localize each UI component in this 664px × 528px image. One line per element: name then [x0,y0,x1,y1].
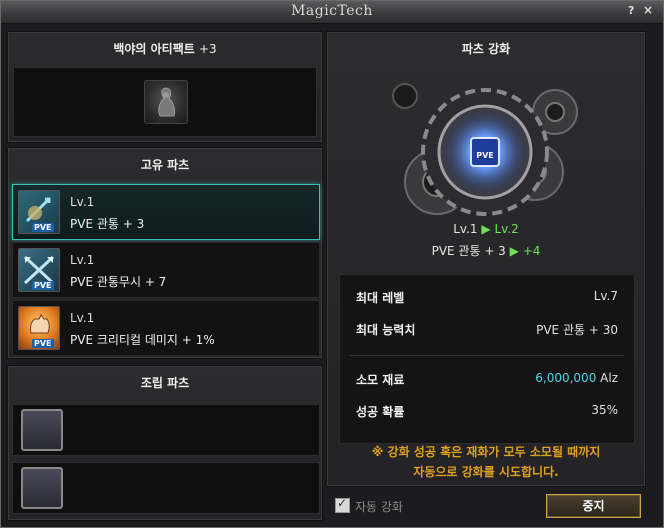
empty-slot-icon [21,409,63,451]
level-change: Lv.1 ▶ Lv.2 [327,222,645,236]
notice-line-2: 자동으로 강화를 시도합니다. [413,465,559,479]
assembly-slot-1[interactable] [12,404,320,456]
unique-parts-title: 고유 파츠 [140,158,190,172]
parts-enhance-panel: 파츠 강화 PVE Lv.1 ▶ Lv.2 PVE 관통 + 3 ▶ +4 최대… [326,31,646,487]
material-value: 6,000,000 Alz [535,371,618,385]
pve-piercing-icon: PVE [18,190,60,234]
pve-badge: PVE [32,281,54,290]
stat-increase: +4 [522,244,541,258]
title-bar[interactable]: MagicTech ? × [1,1,663,24]
artifact-panel: 백야의 아티팩트 +3 [7,31,323,143]
level-from: Lv.1 [453,222,478,236]
auto-enhance-checkbox[interactable]: ✓ [335,496,350,513]
part-row-pve-critical-damage[interactable]: PVE Lv.1 PVE 크리티컬 데미지 + 1% [12,300,320,356]
stop-button[interactable]: 중지 [546,494,641,518]
part-stat: PVE 관통무시 + 7 [70,275,167,289]
artifact-title: 백야의 아티팩트 [113,42,195,56]
material-label: 소모 재료 [356,373,405,387]
material-unit: Alz [600,371,618,385]
level-to: Lv.2 [494,222,519,236]
window-title: MagicTech [291,3,373,19]
enhance-gear-icon: PVE [385,72,585,244]
assembly-slot-2[interactable] [12,462,320,514]
checkmark-icon: ✓ [337,496,348,510]
auto-enhance-label: 자동 강화 [355,500,403,514]
info-divider [350,355,624,356]
pve-critical-damage-icon: PVE [18,306,60,350]
close-icon[interactable]: × [643,3,653,17]
max-ability-value: PVE 관통 + 30 [536,323,618,337]
pve-piercing-ignore-icon: PVE [18,248,60,292]
part-stat: PVE 관통 + 3 [70,217,145,231]
assembly-parts-title: 조립 파츠 [140,376,190,390]
artifact-slot [13,67,317,137]
stat-label: PVE 관통 + 3 [431,244,506,258]
part-level: Lv.1 [70,311,95,325]
stat-arrow-icon: ▶ [509,244,519,258]
artifact-panel-header: 백야의 아티팩트 +3 [8,32,322,66]
artifact-icon[interactable] [144,80,188,124]
level-arrow-icon: ▶ [481,222,491,236]
stat-change: PVE 관통 + 3 ▶ +4 [327,242,645,259]
pve-badge: PVE [32,339,54,348]
part-row-pve-piercing-ignore[interactable]: PVE Lv.1 PVE 관통무시 + 7 [12,242,320,298]
max-level-label: 최대 레벨 [356,291,405,305]
success-rate-label: 성공 확률 [356,405,405,419]
magictech-window: MagicTech ? × 백야의 아티팩트 +3 고유 파츠 PVE Lv.1… [0,0,664,528]
part-level: Lv.1 [70,253,95,267]
assembly-parts-panel: 조립 파츠 [7,365,323,521]
part-level: Lv.1 [70,195,95,209]
success-rate-value: 35% [591,403,618,417]
enhance-info-box: 최대 레벨 Lv.7 최대 능력치 PVE 관통 + 30 소모 재료 6,00… [339,274,635,444]
max-ability-label: 최대 능력치 [356,323,416,337]
empty-slot-icon [21,467,63,509]
material-amount: 6,000,000 [535,371,597,385]
max-level-value: Lv.7 [593,289,618,303]
notice-line-1: ※ 강화 성공 혹은 재화가 모두 소모될 때까지 [371,445,601,459]
pve-badge: PVE [32,223,54,232]
parts-enhance-title: 파츠 강화 [461,42,511,56]
unique-parts-panel: 고유 파츠 PVE Lv.1 PVE 관통 + 3 PVE Lv.1 PVE 관… [7,147,323,359]
artifact-enhance-level: +3 [198,42,217,56]
part-stat: PVE 크리티컬 데미지 + 1% [70,333,215,347]
svg-text:PVE: PVE [476,151,494,160]
part-row-pve-piercing[interactable]: PVE Lv.1 PVE 관통 + 3 [12,184,320,240]
help-icon[interactable]: ? [628,4,634,17]
